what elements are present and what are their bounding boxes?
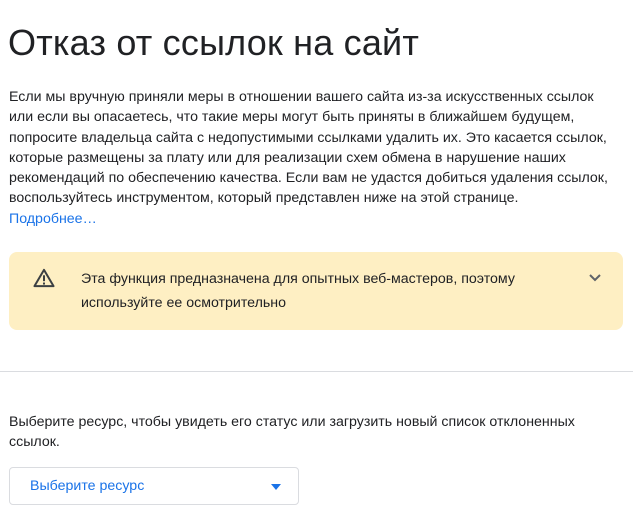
- dropdown-arrow-icon: [271, 484, 281, 490]
- warning-triangle-icon: [33, 268, 55, 288]
- warning-text: Эта функция предназначена для опытных ве…: [81, 271, 515, 311]
- warning-banner[interactable]: Эта функция предназначена для опытных ве…: [9, 252, 623, 330]
- intro-text: Если мы вручную приняли меры в отношении…: [9, 89, 608, 207]
- section-divider: [0, 371, 633, 372]
- learn-more-link[interactable]: Подробнее…: [9, 211, 97, 227]
- disavow-links-page: Отказ от ссылок на сайт Если мы вручную …: [0, 0, 633, 521]
- resource-select-dropdown[interactable]: Выберите ресурс: [9, 467, 299, 505]
- intro-paragraph: Если мы вручную приняли меры в отношении…: [9, 87, 609, 229]
- select-resource-hint: Выберите ресурс, чтобы увидеть его стату…: [9, 414, 575, 451]
- page-title: Отказ от ссылок на сайт: [8, 22, 420, 63]
- chevron-down-icon[interactable]: [585, 270, 605, 286]
- resource-select-label: Выберите ресурс: [30, 478, 145, 494]
